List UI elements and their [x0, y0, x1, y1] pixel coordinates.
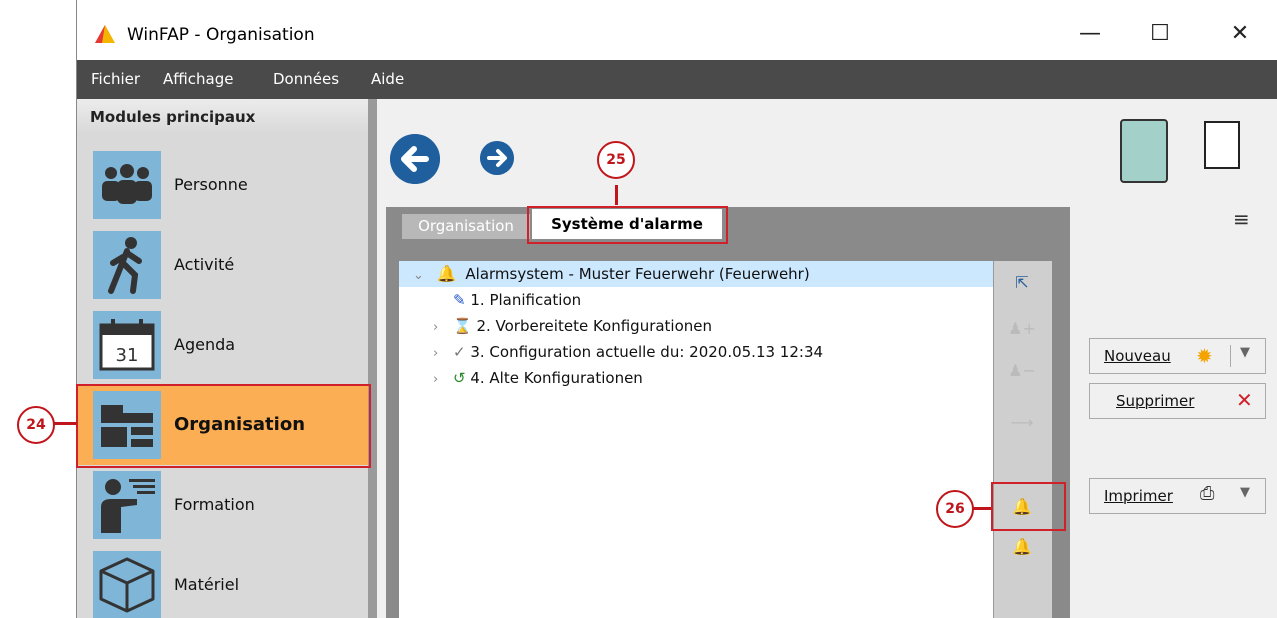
callout-24: 24: [17, 406, 55, 444]
chevron-down-icon[interactable]: ▼: [1240, 345, 1250, 360]
menu-bar: Fichier Affichage Données Aide: [77, 60, 1277, 99]
export-icon[interactable]: ⇱: [1006, 269, 1038, 297]
tree-item-configuration-actuelle[interactable]: › ✓ 3. Configuration actuelle du: 2020.0…: [433, 339, 823, 365]
sidebar-item-formation[interactable]: Formation: [77, 465, 368, 545]
app-logo-icon: [95, 25, 115, 43]
printer-icon: ⎙: [1200, 483, 1215, 504]
tree-root-label: Alarmsystem - Muster Feuerwehr (Feuerweh…: [465, 265, 810, 283]
clipboard-icon[interactable]: [1120, 119, 1168, 183]
maximize-button[interactable]: ☐: [1137, 14, 1183, 54]
sidebar-item-label: Formation: [174, 495, 255, 514]
chevron-right-icon[interactable]: ›: [433, 372, 438, 387]
window-title: WinFAP - Organisation: [127, 25, 315, 45]
delete-x-icon: ✕: [1236, 388, 1253, 412]
split-divider: [1230, 345, 1231, 367]
hourglass-icon: ⌛: [452, 317, 472, 335]
tree-toolbar: ⇱ ♟+ ♟− ⟶ 🔔 🔔: [993, 261, 1052, 618]
add-user-icon[interactable]: ♟+: [1006, 315, 1038, 343]
forward-arrow-icon[interactable]: [480, 141, 514, 175]
supprimer-button[interactable]: Supprimer ✕: [1089, 383, 1266, 419]
sidebar-item-label: Personne: [174, 175, 248, 194]
sidebar-item-label: Agenda: [174, 335, 236, 354]
chevron-down-icon[interactable]: ▼: [1240, 485, 1250, 500]
tree-item-label: 3. Configuration actuelle du: 2020.05.13…: [470, 343, 824, 361]
sidebar-item-agenda[interactable]: 31 Agenda: [77, 305, 368, 385]
highlight-box-bell-button: [991, 482, 1066, 531]
people-icon: [93, 151, 161, 219]
sidebar-item-activite[interactable]: Activité: [77, 225, 368, 305]
tree-item-label: 4. Alte Konfigurationen: [470, 369, 643, 387]
sidebar-header-label: Modules principaux: [90, 108, 256, 126]
nouveau-label: Nouveau: [1104, 347, 1171, 365]
tree-row-root-content: ⌄ 🔔 Alarmsystem - Muster Feuerwehr (Feue…: [413, 261, 810, 287]
close-button[interactable]: ✕: [1217, 14, 1263, 54]
main-area: Organisation Système d'alarme ⌄ 🔔 Alarms…: [377, 99, 1277, 618]
walking-person-icon: [93, 231, 161, 299]
callout-26: 26: [936, 490, 974, 528]
imprimer-button[interactable]: Imprimer ⎙ ▼: [1089, 478, 1266, 514]
menu-donnees[interactable]: Données: [273, 60, 339, 99]
checkmark-icon: ✓: [452, 343, 466, 361]
callout-25: 25: [597, 141, 635, 179]
app-window: WinFAP - Organisation — ☐ ✕ Fichier Affi…: [76, 0, 1277, 618]
bell-import-icon[interactable]: 🔔: [1006, 533, 1038, 561]
calendar-icon: 31: [93, 311, 161, 379]
calendar-day: 31: [115, 345, 139, 366]
chevron-right-icon[interactable]: ›: [433, 346, 438, 361]
tree-item-label: 2. Vorbereitete Konfigurationen: [476, 317, 713, 335]
sidebar-item-label: Matériel: [174, 575, 240, 594]
nouveau-button[interactable]: Nouveau ✹ ▼: [1089, 338, 1266, 374]
sidebar-item-materiel[interactable]: Matériel: [77, 545, 368, 618]
modules-sidebar: Modules principaux Personne Activité 31 …: [77, 99, 368, 618]
tree-item-label: 1. Planification: [470, 291, 582, 309]
alarm-tree: ⌄ 🔔 Alarmsystem - Muster Feuerwehr (Feue…: [399, 261, 993, 618]
supprimer-label: Supprimer: [1116, 392, 1195, 410]
menu-affichage[interactable]: Affichage: [163, 60, 233, 99]
callout-connector: [53, 422, 77, 425]
sidebar-item-label: Activité: [174, 255, 235, 274]
sparkle-icon: ✹: [1196, 344, 1213, 368]
back-arrow-icon[interactable]: [390, 134, 440, 184]
tab-organisation[interactable]: Organisation: [402, 214, 530, 239]
highlight-box-tab: [527, 206, 728, 244]
right-arrow-icon[interactable]: ⟶: [1006, 409, 1038, 437]
chevron-right-icon[interactable]: ›: [433, 320, 438, 335]
minimize-button[interactable]: —: [1067, 14, 1113, 54]
hamburger-menu-icon[interactable]: ≡: [1233, 207, 1250, 231]
callout-connector: [973, 507, 991, 510]
presenter-icon: [93, 471, 161, 539]
remove-user-icon[interactable]: ♟−: [1006, 357, 1038, 385]
highlight-box-organisation: [76, 384, 371, 468]
imprimer-label: Imprimer: [1104, 487, 1173, 505]
pencil-icon: ✎: [453, 291, 466, 309]
box-icon: [93, 551, 161, 618]
bell-icon: 🔔: [436, 264, 457, 283]
history-clock-icon: ↺: [452, 369, 466, 387]
tree-item-alte[interactable]: › ↺ 4. Alte Konfigurationen: [433, 365, 643, 391]
title-bar: WinFAP - Organisation — ☐ ✕: [77, 0, 1277, 60]
tree-item-vorbereitete[interactable]: › ⌛ 2. Vorbereitete Konfigurationen: [433, 313, 712, 339]
sidebar-header: Modules principaux: [77, 99, 368, 135]
callout-connector: [615, 185, 618, 205]
menu-aide[interactable]: Aide: [371, 60, 404, 99]
sidebar-item-personne[interactable]: Personne: [77, 145, 368, 225]
tree-item-planification[interactable]: ✎ 1. Planification: [453, 287, 581, 313]
menu-fichier[interactable]: Fichier: [91, 60, 140, 99]
new-document-icon[interactable]: [1204, 121, 1240, 169]
chevron-down-icon[interactable]: ⌄: [413, 268, 424, 283]
